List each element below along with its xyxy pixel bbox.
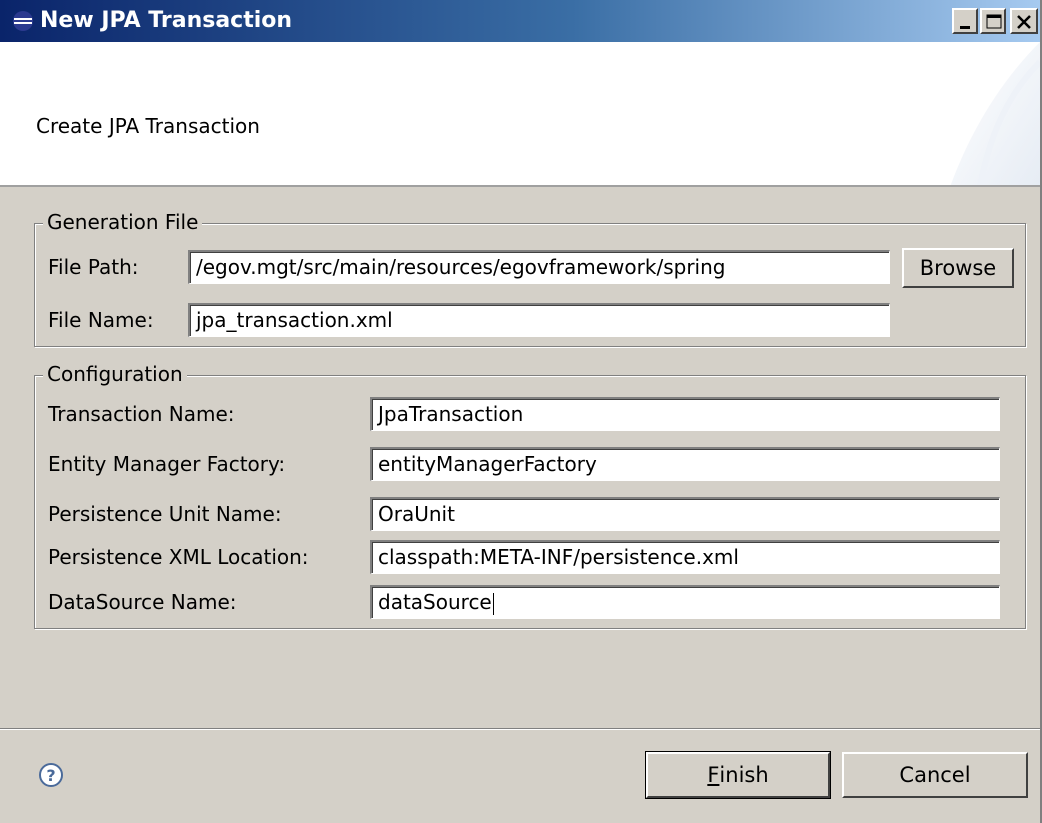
banner-decoration-icon <box>950 42 1040 185</box>
transaction-name-label: Transaction Name: <box>48 402 235 426</box>
datasource-name-label: DataSource Name: <box>48 590 237 614</box>
svg-text:?: ? <box>46 766 55 785</box>
title-bar[interactable]: New JPA Transaction <box>0 0 1040 42</box>
datasource-name-input[interactable]: dataSource <box>370 585 1000 619</box>
file-name-input[interactable]: jpa_transaction.xml <box>188 303 890 337</box>
transaction-name-input[interactable]: JpaTransaction <box>370 397 1000 431</box>
datasource-name-value: dataSource <box>378 590 492 614</box>
minimize-button[interactable] <box>952 8 978 34</box>
cancel-button[interactable]: Cancel <box>842 752 1028 798</box>
persistence-xml-location-input[interactable]: classpath:META-INF/persistence.xml <box>370 540 1000 574</box>
dialog-window: New JPA Transaction Create JPA Transacti… <box>0 0 1042 823</box>
finish-button[interactable]: Finish <box>645 751 831 799</box>
entity-manager-factory-input[interactable]: entityManagerFactory <box>370 447 1000 481</box>
footer-separator <box>0 728 1040 730</box>
maximize-icon <box>986 14 1002 29</box>
help-icon[interactable]: ? <box>38 762 64 788</box>
finish-label-rest: inish <box>719 763 769 787</box>
persistence-unit-name-input[interactable]: OraUnit <box>370 497 1000 531</box>
window-title: New JPA Transaction <box>40 8 293 33</box>
file-path-label: File Path: <box>48 255 139 279</box>
persistence-xml-location-label: Persistence XML Location: <box>48 545 309 569</box>
persistence-unit-name-label: Persistence Unit Name: <box>48 502 282 526</box>
file-name-label: File Name: <box>48 308 154 332</box>
wizard-banner: Create JPA Transaction <box>0 42 1040 187</box>
close-icon <box>1017 15 1031 29</box>
entity-manager-factory-label: Entity Manager Factory: <box>48 452 286 476</box>
file-path-input[interactable]: /egov.mgt/src/main/resources/egovframewo… <box>188 250 890 284</box>
generation-file-legend: Generation File <box>43 210 203 234</box>
minimize-icon <box>960 26 970 29</box>
maximize-button[interactable] <box>980 8 1006 34</box>
browse-button[interactable]: Browse <box>902 248 1014 288</box>
close-button[interactable] <box>1010 8 1038 34</box>
finish-mnemonic: F <box>707 763 720 787</box>
configuration-legend: Configuration <box>43 362 187 386</box>
eclipse-icon <box>13 11 33 31</box>
text-caret <box>492 592 494 615</box>
banner-description: Create JPA Transaction <box>36 114 260 138</box>
